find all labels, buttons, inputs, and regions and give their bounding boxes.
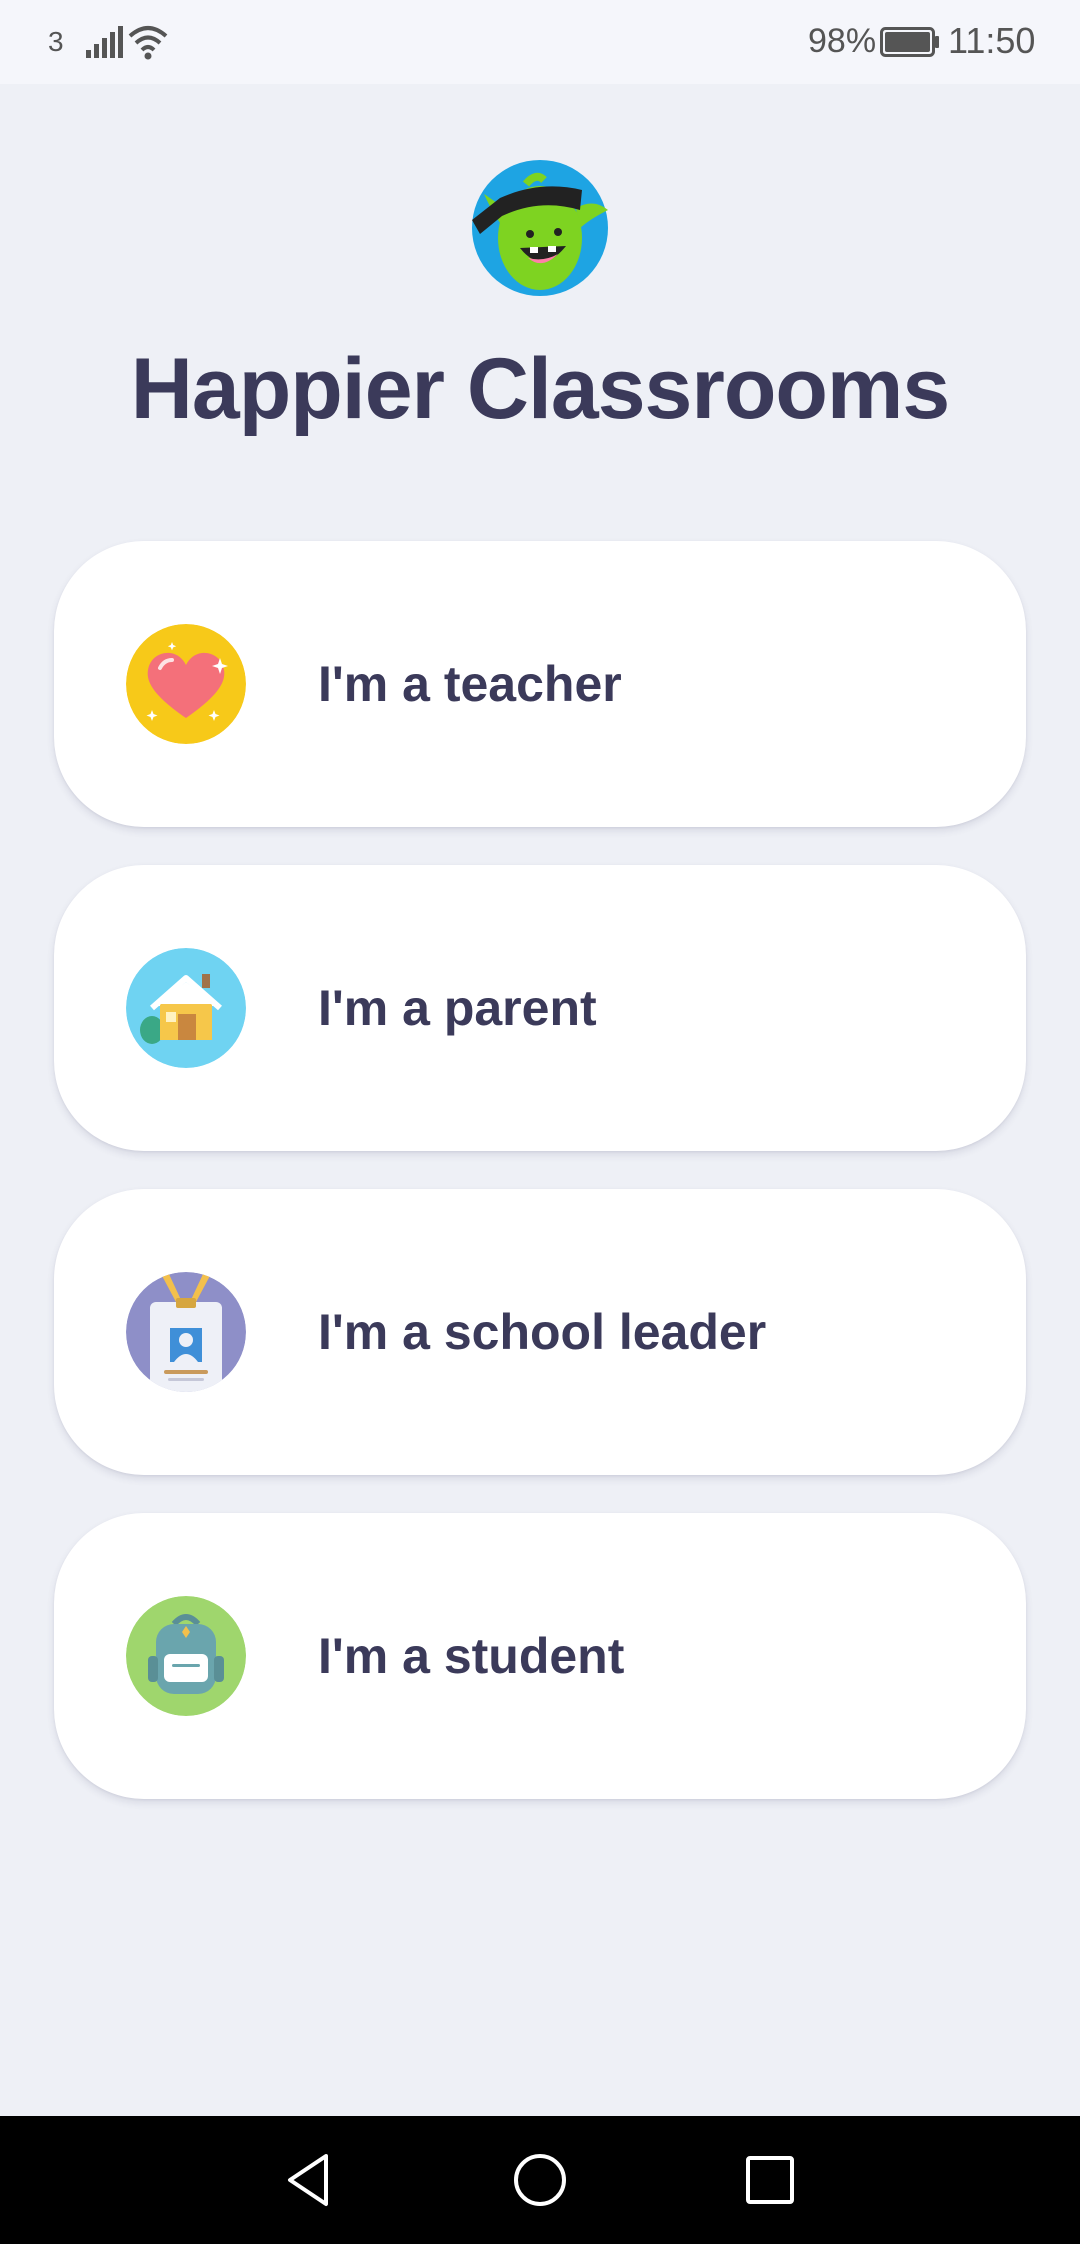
- classdojo-monster-logo: [472, 160, 608, 296]
- id-badge-icon: [126, 1272, 246, 1392]
- home-icon[interactable]: [508, 2148, 572, 2212]
- house-icon: [126, 948, 246, 1068]
- heart-icon: [126, 624, 246, 744]
- role-label-school-leader: I'm a school leader: [318, 1304, 767, 1360]
- carrier-label: 3: [48, 26, 64, 57]
- role-card-student[interactable]: I'm a student: [54, 1513, 1026, 1799]
- signal-icon: [86, 26, 123, 58]
- battery-icon: [880, 27, 939, 57]
- page-title: Happier Classrooms: [130, 341, 950, 437]
- role-label-parent: I'm a parent: [318, 980, 597, 1036]
- role-card-teacher[interactable]: I'm a teacher: [54, 541, 1026, 827]
- role-card-parent[interactable]: I'm a parent: [54, 865, 1026, 1151]
- status-bar: 3 98% 11:50: [0, 0, 1080, 84]
- wifi-icon: [128, 26, 168, 60]
- system-navigation-bar: [0, 2116, 1080, 2244]
- role-label-student: I'm a student: [318, 1628, 625, 1684]
- recents-icon[interactable]: [738, 2148, 802, 2212]
- battery-percent: 98%: [808, 22, 877, 60]
- role-card-school-leader[interactable]: I'm a school leader: [54, 1189, 1026, 1475]
- clock: 11:50: [948, 20, 1036, 61]
- backpack-icon: [126, 1596, 246, 1716]
- role-label-teacher: I'm a teacher: [318, 656, 622, 712]
- back-icon[interactable]: [278, 2148, 342, 2212]
